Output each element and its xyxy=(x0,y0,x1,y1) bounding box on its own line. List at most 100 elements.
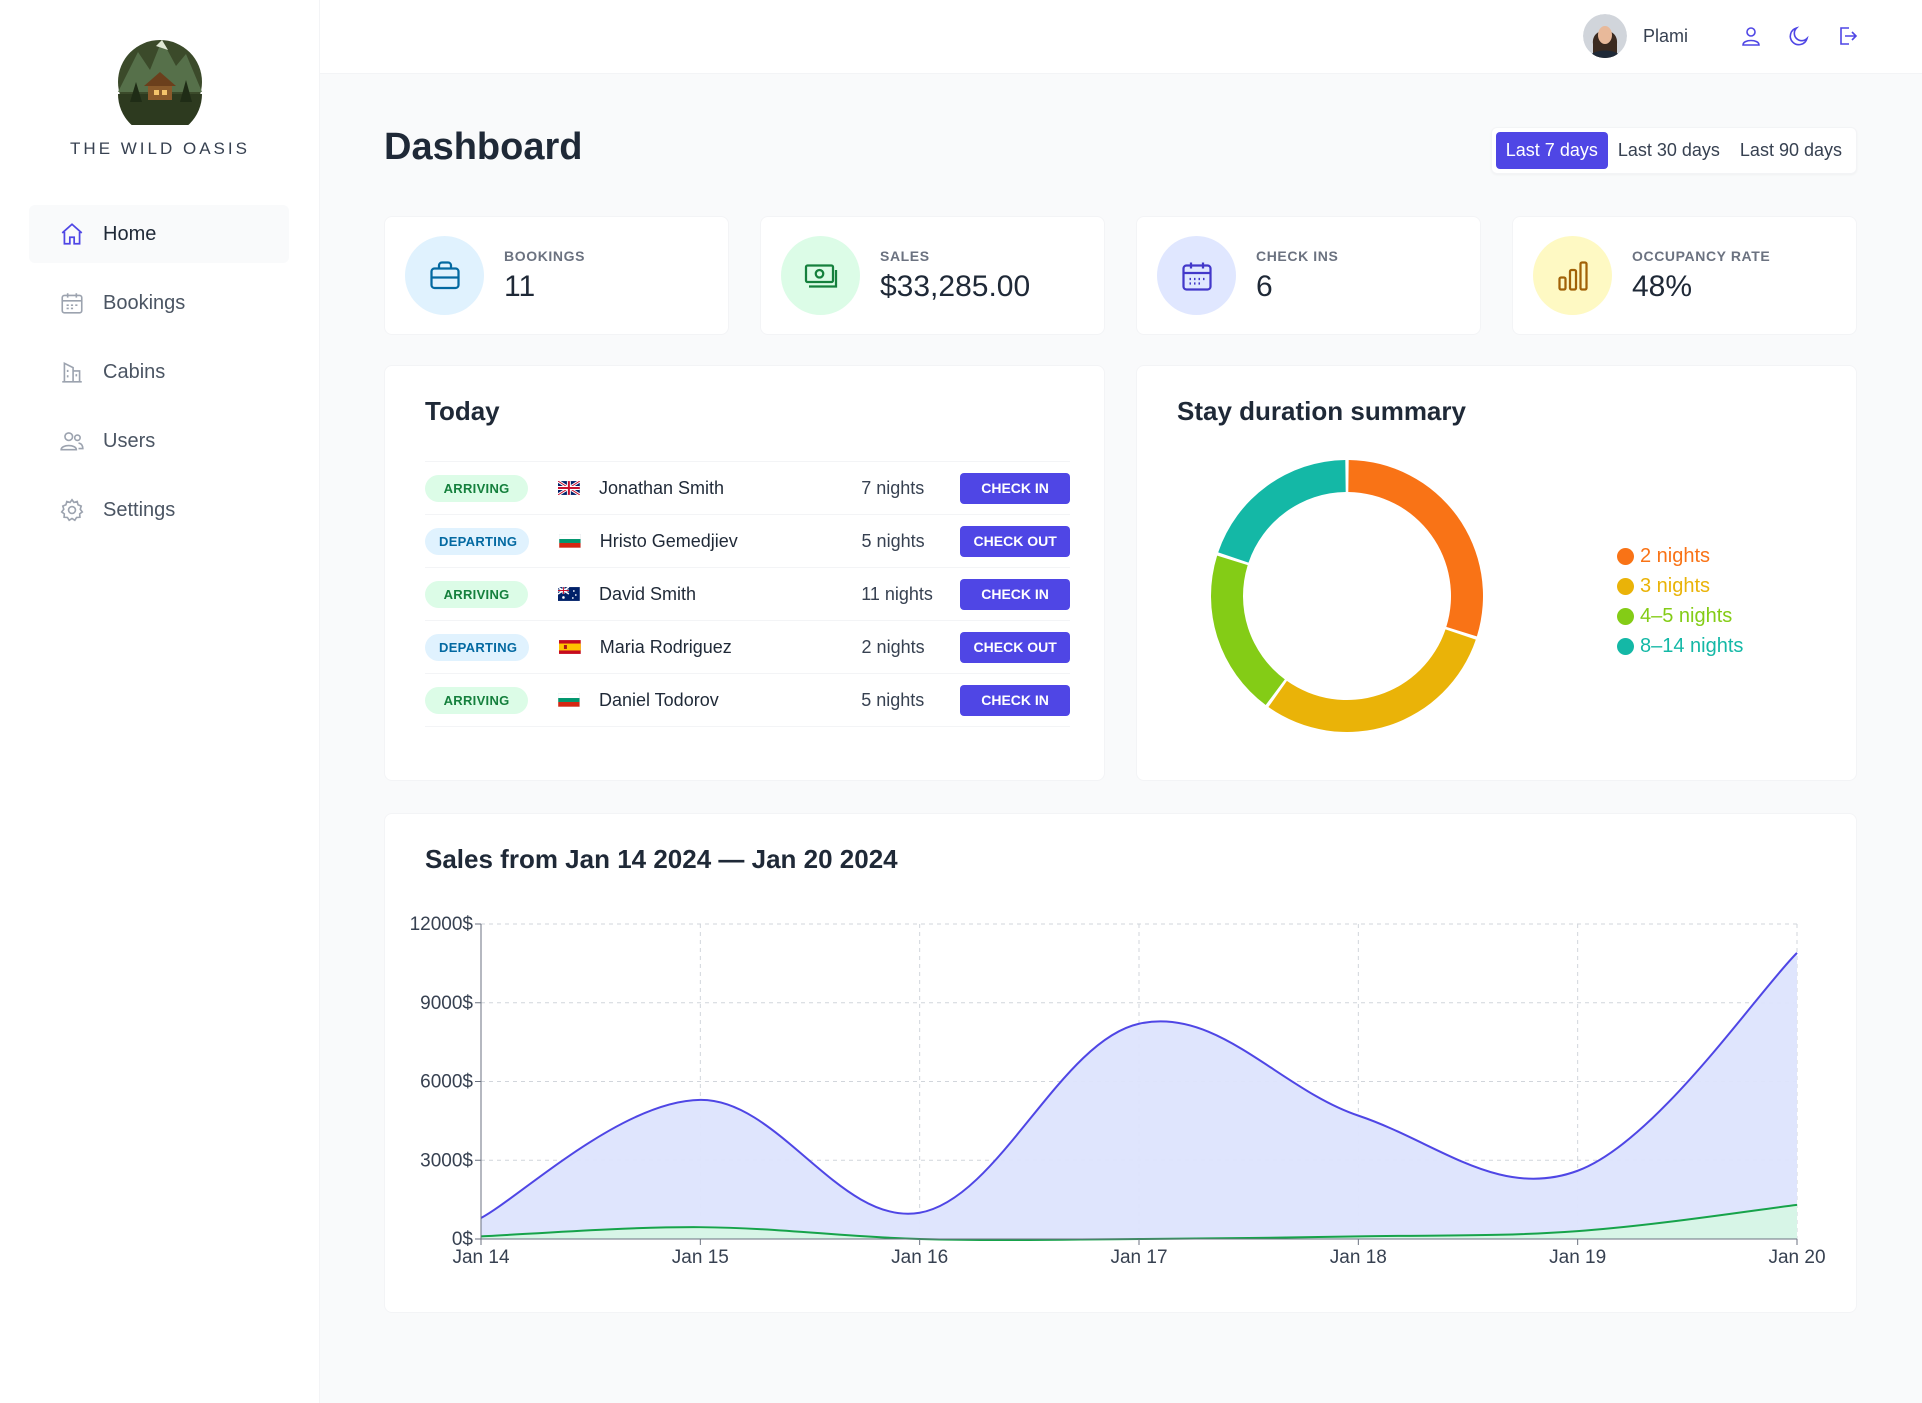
duration-donut-chart xyxy=(1211,460,1483,732)
check-out-button[interactable]: CHECK OUT xyxy=(960,631,1070,663)
stat-label: SALES xyxy=(880,247,930,264)
moon-icon[interactable] xyxy=(1784,21,1814,51)
nights-count: 5 nights xyxy=(861,530,925,551)
flag-bg-icon xyxy=(558,693,580,707)
today-card: Today ARRIVING Jonathan Smith 7 nights CHEC… xyxy=(384,365,1105,781)
briefcase-icon xyxy=(405,236,484,315)
filter-last-7-days[interactable]: Last 7 days xyxy=(1495,132,1608,169)
sidebar-item-label: Users xyxy=(103,429,156,452)
x-tick-label: Jan 18 xyxy=(1330,1247,1387,1268)
flag-es-icon xyxy=(559,640,581,654)
stat-label: CHECK INS xyxy=(1256,247,1339,264)
status-badge: DEPARTING xyxy=(425,527,529,555)
nights-count: 5 nights xyxy=(861,689,925,710)
sidebar-item-label: Settings xyxy=(103,498,176,521)
gear-icon xyxy=(59,497,85,523)
check-out-button[interactable]: CHECK OUT xyxy=(960,525,1070,557)
today-row: ARRIVING Jonathan Smith 7 nights CHECK IN xyxy=(425,462,1070,515)
sales-area-chart: 0$3000$6000$9000$12000$Jan 14 Jan 15 Jan 1… xyxy=(410,914,1826,1268)
chart-bar-icon xyxy=(1533,236,1612,315)
sidebar-item-label: Cabins xyxy=(103,360,166,383)
sidebar-item-home[interactable]: Home xyxy=(29,205,289,263)
calendar-days-icon xyxy=(1157,236,1236,315)
donut-slice-3[interactable] xyxy=(1211,555,1285,706)
legend-dot xyxy=(1617,637,1634,655)
sidebar-item-bookings[interactable]: Bookings xyxy=(29,274,289,332)
users-icon xyxy=(59,428,85,454)
logo-image xyxy=(118,40,202,125)
stat-value: 6 xyxy=(1256,269,1273,303)
nights-count: 7 nights xyxy=(861,477,925,498)
stat-label: BOOKINGS xyxy=(504,247,586,264)
home-icon xyxy=(59,221,85,247)
today-title: Today xyxy=(425,396,500,426)
today-row: DEPARTING Maria Rodriguez 2 nights CHECK OU… xyxy=(425,621,1070,674)
sidebar: THE WILD OASIS Home Bookings Cabins User… xyxy=(0,0,320,1403)
banknotes-icon xyxy=(781,236,860,315)
stat-card-occupancy: OCCUPANCY RATE 48% xyxy=(1512,216,1857,335)
stat-card-sales: SALES $33,285.00 xyxy=(760,216,1105,335)
avatar[interactable] xyxy=(1582,14,1627,58)
legend-dot xyxy=(1617,547,1634,565)
x-tick-label: Jan 20 xyxy=(1768,1247,1825,1268)
page-title: Dashboard xyxy=(384,126,583,168)
today-list: ARRIVING Jonathan Smith 7 nights CHECK IN DE… xyxy=(425,461,1070,727)
filter-last-90-days[interactable]: Last 90 days xyxy=(1730,132,1852,169)
duration-title: Stay duration summary xyxy=(1177,396,1466,426)
app-name: THE WILD OASIS xyxy=(70,139,250,158)
duration-card: Stay duration summary 2 nights 3 nights 4–… xyxy=(1136,365,1857,781)
y-tick-label: 3000$ xyxy=(420,1150,473,1171)
nights-count: 11 nights xyxy=(861,583,933,604)
duration-legend: 2 nights 3 nights 4–5 nights 8–14 nights xyxy=(1617,541,1743,661)
y-tick-label: 6000$ xyxy=(420,1072,473,1093)
series-area-1 xyxy=(481,952,1797,1239)
today-row: DEPARTING Hristo Gemedjiev 5 nights CHECK O… xyxy=(425,515,1070,568)
sidebar-item-settings[interactable]: Settings xyxy=(29,481,289,539)
flag-bg-icon xyxy=(559,534,581,548)
check-in-button[interactable]: CHECK IN xyxy=(960,472,1070,504)
today-row: ARRIVING David Smith 11 nights CHECK IN xyxy=(425,568,1070,621)
flag-au-icon xyxy=(558,587,580,601)
legend-label: 3 nights xyxy=(1640,574,1711,597)
status-badge: ARRIVING xyxy=(425,474,529,502)
legend-item: 8–14 nights xyxy=(1617,631,1743,661)
x-tick-label: Jan 16 xyxy=(891,1247,948,1268)
status-badge: ARRIVING xyxy=(425,580,529,608)
check-in-button[interactable]: CHECK IN xyxy=(960,578,1070,610)
stat-card-bookings: BOOKINGS 11 xyxy=(384,216,729,335)
today-row: ARRIVING Daniel Todorov 5 nights CHECK IN xyxy=(425,674,1070,727)
donut-slice-2[interactable] xyxy=(1268,629,1476,732)
nights-count: 2 nights xyxy=(861,636,925,657)
guest-name: Maria Rodriguez xyxy=(599,636,732,657)
status-badge: ARRIVING xyxy=(425,686,529,714)
stat-value: $33,285.00 xyxy=(880,269,1031,303)
legend-item: 3 nights xyxy=(1617,571,1743,601)
user-name: Plami xyxy=(1642,25,1688,46)
y-tick-label: 9000$ xyxy=(420,993,473,1014)
date-filter: Last 7 days Last 30 days Last 90 days xyxy=(1490,127,1857,174)
user-icon[interactable] xyxy=(1736,21,1766,51)
building-icon xyxy=(59,359,85,385)
x-tick-label: Jan 14 xyxy=(452,1247,509,1268)
donut-slice-4[interactable] xyxy=(1218,460,1346,563)
guest-name: Hristo Gemedjiev xyxy=(599,530,738,551)
status-badge: DEPARTING xyxy=(425,633,529,661)
check-in-button[interactable]: CHECK IN xyxy=(960,684,1070,716)
sidebar-item-users[interactable]: Users xyxy=(29,412,289,470)
y-tick-label: 12000$ xyxy=(410,914,474,935)
legend-dot xyxy=(1617,577,1634,595)
x-tick-label: Jan 15 xyxy=(672,1247,729,1268)
stat-card-check-ins: CHECK INS 6 xyxy=(1136,216,1481,335)
stat-value: 11 xyxy=(504,269,536,303)
logout-icon[interactable] xyxy=(1832,21,1862,51)
sidebar-item-cabins[interactable]: Cabins xyxy=(29,343,289,401)
donut-slice-1[interactable] xyxy=(1348,460,1483,637)
filter-last-30-days[interactable]: Last 30 days xyxy=(1608,132,1730,169)
sidebar-nav: Home Bookings Cabins Users Settings xyxy=(29,205,289,550)
main-content: Dashboard Last 7 days Last 30 days Last … xyxy=(320,74,1922,1403)
sales-card: Sales from Jan 14 2024 — Jan 20 2024 0$ 3… xyxy=(384,813,1857,1313)
guest-name: Jonathan Smith xyxy=(598,477,725,498)
flag-uk-icon xyxy=(558,481,580,495)
sidebar-item-label: Home xyxy=(103,222,157,245)
stat-value: 48% xyxy=(1632,269,1693,303)
